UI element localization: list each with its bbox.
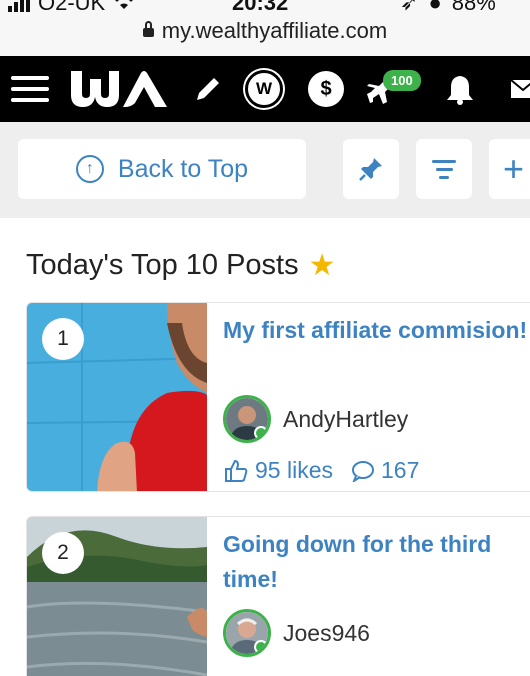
main-content: Today's Top 10 Posts ★ 1 My first affili… (0, 218, 530, 676)
mail-icon[interactable] (508, 56, 530, 122)
avatar[interactable] (223, 609, 271, 657)
bell-icon[interactable] (440, 56, 480, 122)
wa-logo[interactable] (68, 56, 170, 122)
post-author[interactable]: Joes946 (223, 609, 370, 657)
post-toolbar: ↑ Back to Top + (0, 122, 530, 218)
post-image[interactable]: 1 (27, 303, 208, 491)
battery-label: 88% (451, 0, 496, 15)
avatar[interactable] (223, 395, 271, 443)
section-title-text: Today's Top 10 Posts (26, 249, 299, 281)
notification-count-badge: 100 (383, 70, 421, 91)
post-card[interactable]: 2 Going down for the third time! Joes946 (26, 516, 530, 676)
post-stats: 95 likes 167 (223, 457, 419, 484)
alarm-icon: ● (428, 0, 442, 15)
browser-chrome: O2-UK 20:32 ➶ ● 88% my.wealthyaffiliate.… (0, 0, 530, 56)
likes-button[interactable]: 95 likes (223, 457, 333, 484)
post-title-link[interactable]: Going down for the third time! (223, 527, 530, 597)
location-icon: ➶ (400, 0, 419, 15)
back-to-top-label: Back to Top (117, 154, 249, 183)
thumbs-up-icon (225, 459, 248, 482)
pin-button[interactable] (343, 139, 399, 199)
wifi-icon (113, 0, 135, 16)
star-icon: ★ (308, 249, 336, 282)
author-name[interactable]: AndyHartley (283, 406, 408, 433)
wa-coin-icon[interactable]: W (242, 56, 286, 122)
arrow-up-icon: ↑ (75, 155, 104, 183)
pin-icon (359, 158, 382, 181)
likes-count: 95 likes (255, 457, 333, 483)
post-card[interactable]: 1 My first affiliate commision! AndyHart… (26, 302, 530, 492)
post-title-link[interactable]: My first affiliate commision! (223, 313, 530, 348)
filter-button[interactable] (416, 139, 472, 199)
post-image[interactable]: 2 (27, 517, 208, 676)
pencil-icon[interactable] (188, 56, 228, 122)
back-to-top-button[interactable]: ↑ Back to Top (18, 139, 306, 199)
rank-badge: 1 (42, 318, 84, 360)
dollar-icon[interactable]: $ (304, 56, 348, 122)
plus-icon: + (503, 148, 525, 189)
online-status-icon (254, 640, 268, 654)
status-bar: O2-UK 20:32 ➶ ● 88% (0, 0, 530, 15)
status-time: 20:32 (232, 0, 289, 15)
new-post-button[interactable]: + (489, 139, 530, 199)
carrier-label: O2-UK (38, 0, 106, 15)
comments-count: 167 (380, 457, 420, 483)
online-status-icon (254, 426, 268, 440)
lock-icon (142, 21, 154, 37)
signal-icon (8, 0, 30, 12)
menu-icon[interactable] (10, 56, 50, 122)
section-title: Today's Top 10 Posts ★ (26, 248, 336, 283)
comment-icon (351, 460, 374, 482)
url-bar[interactable]: my.wealthyaffiliate.com (0, 18, 530, 44)
rank-badge: 2 (42, 532, 84, 574)
top-nav: W $ 100 (0, 56, 530, 122)
post-author[interactable]: AndyHartley (223, 395, 408, 443)
comments-button[interactable]: 167 (351, 457, 419, 484)
url-text: my.wealthyaffiliate.com (161, 18, 388, 43)
author-name[interactable]: Joes946 (283, 620, 370, 647)
